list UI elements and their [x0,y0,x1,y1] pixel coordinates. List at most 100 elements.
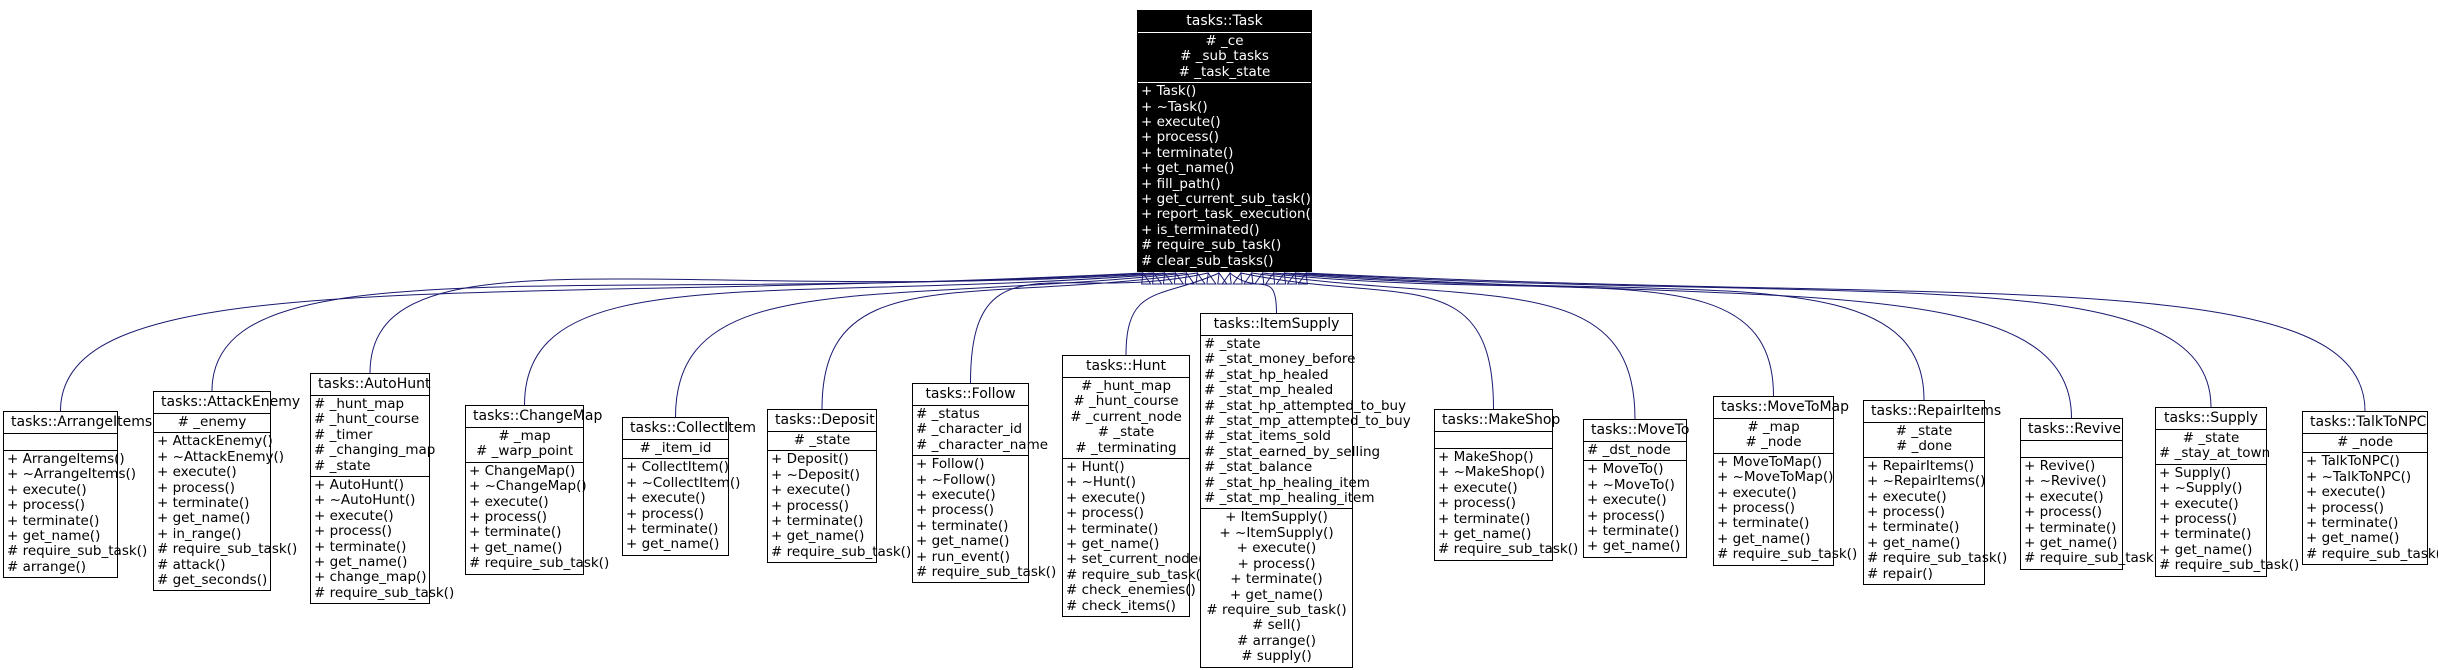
class-title-supply: tasks::Supply [2156,408,2266,430]
attribute-row: # _character_name [916,436,1049,453]
inheritance-arrowhead [1141,271,1152,285]
attribute-row: # _task_state [1178,63,1271,80]
inheritance-arrowhead [1206,271,1217,285]
operation-row: + ~ArrangeItems() [7,466,137,483]
class-box-change-map[interactable]: tasks::ChangeMap # _map # _warp_point + Cha… [465,405,609,575]
class-box-supply[interactable]: tasks::Supply # _state # _stay_at_town + Su… [2155,407,2299,577]
attribute-row: # _item_id [639,440,712,456]
class-title-item-supply: tasks::ItemSupply [1201,314,1352,336]
class-box-repair-items[interactable]: tasks::RepairItems # _state # _done + Repai… [1863,400,2007,586]
operation-row: + ~TalkToNPC() [2306,468,2412,485]
operation-row: + process() [1867,504,1946,521]
class-box-auto-hunt[interactable]: tasks::AutoHunt # _hunt_map # _hunt_course… [310,373,454,605]
attribute-row: # _stat_balance [1204,459,1313,476]
operation-row: + get_name() [2159,541,2253,558]
operation-row: # require_sub_task() [157,541,298,558]
class-title-make-shop: tasks::MakeShop [1435,410,1560,432]
operation-row: + ~AutoHunt() [314,492,416,509]
inheritance-arrowhead [1286,271,1297,285]
operation-row: + terminate() [771,513,864,530]
class-box-arrange-items[interactable]: tasks::ArrangeItems + ArrangeItems() + ~Ar… [3,411,152,579]
class-box-revive[interactable]: tasks::Revive + Revive() + ~Revive() + exec… [2020,418,2164,570]
operation-row: + process() [314,523,393,540]
operation-row: + ~Follow() [916,471,996,488]
class-operations-change-map: + ChangeMap() + ~ChangeMap() + execute() + … [466,463,609,574]
class-title-auto-hunt: tasks::AutoHunt [311,374,430,396]
class-box-move-to-map[interactable]: tasks::MoveToMap # _map # _node + MoveToMap… [1713,396,1857,566]
operation-row: # get_seconds() [157,572,268,589]
inheritance-arrowhead [1264,271,1276,285]
operation-row: + process() [916,502,995,519]
operation-row: + process() [2306,499,2385,516]
operation-row: + terminate() [2024,519,2117,536]
operation-row: # require_sub_task() [1066,566,1207,583]
class-operations-repair-items: + RepairItems() + ~RepairItems() + execute… [1864,457,2007,584]
operation-row: + TalkToNPC() [2306,453,2400,470]
attribute-row: # _stat_mp_healing_item [1204,490,1375,507]
operation-row: + process() [1438,495,1517,512]
operation-row: + get_name() [7,528,101,545]
class-box-move-to[interactable]: tasks::MoveTo # _dst_node + MoveTo() + ~Mov… [1583,419,1689,558]
operation-row: + execute() [157,464,237,481]
attribute-row: # _map [1747,419,1800,435]
class-title-attack-enemy: tasks::AttackEnemy [154,392,300,414]
operation-row: + execute() [1587,492,1667,509]
class-box-task[interactable]: tasks::Task # _ce # _sub_tasks # _task_stat… [1137,10,1317,273]
class-operations-hunt: + Hunt() + ~Hunt() + execute() + process() +… [1063,459,1209,616]
operation-row: + ~RepairItems() [1867,473,1986,490]
attribute-row: # _current_node [1070,408,1182,425]
operation-row: + execute() [2306,484,2386,501]
class-box-attack-enemy[interactable]: tasks::AttackEnemy # _enemy+ AttackEnemy(… [153,391,300,592]
operation-row: + process() [1717,500,1796,517]
operation-row: + terminate() [1066,520,1159,537]
operation-row: + AttackEnemy() [157,433,273,450]
operation-row: + terminate() [2306,515,2399,532]
attribute-row: # _hunt_map [314,396,405,412]
class-box-collect-item[interactable]: tasks::CollectItem # _item_id + CollectIte… [622,417,756,556]
class-operations-collect-item: + CollectItem() + ~CollectItem() + execute… [623,459,740,554]
attribute-row: # _sub_tasks [1180,48,1269,65]
operation-row: + process() [626,505,705,522]
operation-row: # check_items() [1066,597,1176,614]
operation-row: + MoveTo() [1587,461,1664,478]
operation-row: + ~MoveTo() [1587,476,1675,493]
operation-row: + MakeShop() [1438,449,1534,465]
operation-row: # require_sub_task() [7,543,148,560]
operation-row: + terminate() [469,524,562,541]
operation-row: + change_map() [314,569,427,586]
operation-row: + execute() [2159,495,2239,512]
attribute-row: # _state [2182,430,2240,446]
class-title-deposit: tasks::Deposit [768,410,876,432]
attribute-row: # _enemy [177,414,247,430]
class-attributes-move-to-map: # _map # _node [1714,419,1833,454]
class-box-follow[interactable]: tasks::Follow # _status # _character_id # _… [912,383,1056,584]
class-operations-supply: + Supply() + ~Supply() + execute() + proces… [2156,465,2299,576]
class-attributes-task: # _ce # _sub_tasks # _task_state [1138,33,1311,84]
class-box-talk-to-npc[interactable]: tasks::TalkToNPC # _node + TalkToNPC() + ~T… [2302,411,2438,566]
attribute-row: # _stat_earned_by_selling [1204,443,1381,460]
inheritance-arrowhead [1217,271,1228,285]
class-box-make-shop[interactable]: tasks::MakeShop + MakeShop() + ~MakeShop()… [1434,409,1578,561]
class-attributes-follow: # _status # _character_id # _character_nam… [913,406,1049,457]
operation-row: + RepairItems() [1867,457,1975,474]
class-box-hunt[interactable]: tasks::Hunt # _hunt_map # _hunt_course # _c… [1062,355,1209,618]
attribute-row: # _character_id [916,421,1023,438]
class-title-task: tasks::Task [1138,11,1311,33]
class-box-item-supply[interactable]: tasks::ItemSupply # _state # _stat_money_b… [1200,313,1411,668]
operation-row: + terminate() [314,538,407,555]
operation-row: + execute() [469,493,549,510]
inheritance-edge [1275,271,2072,419]
class-operations-revive: + Revive() + ~Revive() + execute() + proces… [2021,458,2164,569]
inheritance-edge [1264,271,1925,401]
operation-row: + get_name() [1066,536,1160,553]
operation-row: + get_name() [1438,526,1532,543]
inheritance-edge [1286,271,2212,408]
class-operations-attack-enemy: + AttackEnemy() + ~AttackEnemy() + execute… [154,433,298,590]
operation-row: + terminate() [1230,571,1323,588]
operation-row: + report_task_execution() [1141,206,1317,223]
operation-row: + execute() [916,487,996,504]
operation-row: + get_name() [157,510,251,527]
attribute-row: # _terminating [1075,439,1177,456]
inheritance-arrowhead [1275,271,1287,285]
class-box-deposit[interactable]: tasks::Deposit # _state + Deposit() + ~Depo… [767,409,911,564]
